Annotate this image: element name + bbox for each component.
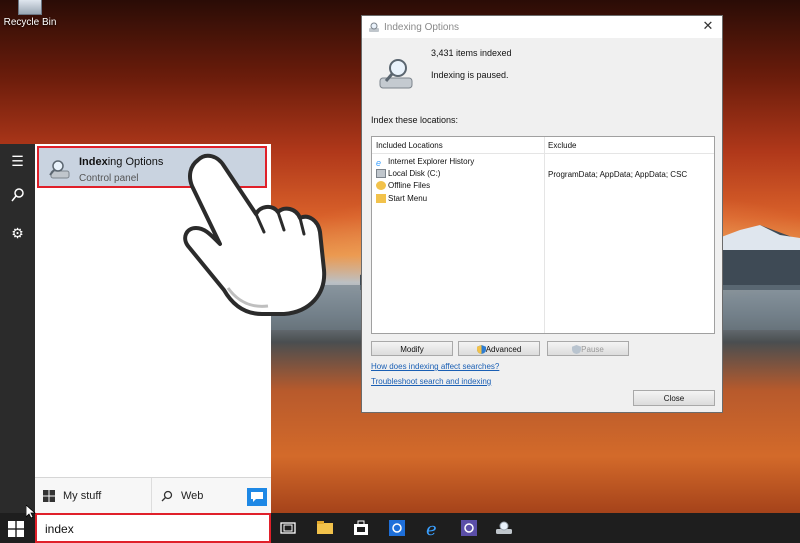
- hard-drive-icon: [376, 169, 386, 179]
- location-name: Start Menu: [388, 194, 428, 203]
- task-view-icon[interactable]: [278, 518, 298, 538]
- offline-files-icon: [376, 181, 386, 191]
- indexing-icon[interactable]: [494, 518, 514, 538]
- indexing-help-link[interactable]: How does indexing affect searches?: [371, 362, 499, 371]
- magnifier-drive-icon: [49, 160, 70, 179]
- result-title-rest: ing Options: [107, 156, 164, 168]
- pause-label: Pause: [581, 345, 604, 354]
- taskbar-search-box[interactable]: [35, 513, 271, 543]
- search-icon[interactable]: [8, 188, 27, 207]
- items-indexed-count: 3,431 items indexed: [431, 48, 512, 58]
- hamburger-icon[interactable]: ☰: [8, 152, 27, 171]
- troubleshoot-link[interactable]: Troubleshoot search and indexing: [371, 377, 491, 386]
- close-icon[interactable]: ✕: [700, 18, 716, 34]
- indexing-options-icon: [369, 22, 379, 32]
- recycle-bin-icon: [18, 0, 42, 15]
- recycle-bin[interactable]: Recycle Bin: [2, 0, 58, 28]
- table-row[interactable]: Offline Files: [376, 180, 430, 192]
- column-header-included[interactable]: Included Locations: [372, 137, 544, 154]
- dialog-titlebar[interactable]: Indexing Options ✕: [362, 16, 722, 38]
- svg-text:e: e: [426, 519, 437, 538]
- indexing-options-dialog: Indexing Options ✕ 3,431 items indexed I…: [361, 15, 723, 413]
- result-title: Indexing Options: [79, 156, 163, 168]
- web-label: Web: [181, 490, 204, 502]
- recycle-bin-label: Recycle Bin: [3, 17, 57, 28]
- locations-table: Included Locations Exclude e Internet Exp…: [371, 136, 715, 334]
- internet-explorer-icon[interactable]: e: [423, 518, 443, 538]
- indexing-status: Indexing is paused.: [431, 70, 509, 80]
- column-header-exclude[interactable]: Exclude: [545, 137, 714, 154]
- modify-button[interactable]: Modify: [371, 341, 453, 356]
- search-icon: [161, 490, 173, 502]
- result-subtitle: Control panel: [79, 173, 139, 184]
- locations-heading: Index these locations:: [371, 115, 459, 125]
- table-row[interactable]: Start Menu: [376, 193, 427, 205]
- store-icon[interactable]: [351, 518, 371, 538]
- location-name: Offline Files: [388, 181, 431, 190]
- folder-icon: [376, 194, 386, 204]
- pointing-hand-icon: [183, 153, 327, 316]
- search-input[interactable]: [43, 519, 257, 539]
- start-button[interactable]: [8, 521, 24, 537]
- internet-explorer-icon: e: [376, 158, 382, 169]
- advanced-label: Advanced: [485, 345, 522, 354]
- column-divider: [544, 137, 545, 333]
- result-title-match: Index: [79, 156, 108, 168]
- start-menu-rail: ☰ ⚙: [0, 144, 35, 513]
- gear-icon[interactable]: ⚙: [8, 224, 27, 243]
- close-button[interactable]: Close: [633, 390, 715, 406]
- dialog-title: Indexing Options: [384, 22, 460, 33]
- pause-button[interactable]: Pause: [547, 341, 629, 356]
- shield-icon: [572, 345, 582, 355]
- location-name: Internet Explorer History: [388, 157, 475, 166]
- control-panel-icon[interactable]: [459, 518, 479, 538]
- exclude-value: ProgramData; AppData; AppData; CSC: [548, 170, 688, 179]
- my-stuff-button[interactable]: My stuff: [43, 478, 101, 514]
- web-button[interactable]: Web: [161, 478, 203, 514]
- shield-icon: [476, 345, 486, 355]
- scope-divider: [151, 478, 152, 514]
- my-stuff-label: My stuff: [63, 490, 102, 502]
- table-row[interactable]: e Internet Explorer History: [376, 156, 474, 168]
- advanced-button[interactable]: Advanced: [458, 341, 540, 356]
- search-scope-bar: My stuff Web: [35, 477, 271, 514]
- location-name: Local Disk (C:): [388, 169, 441, 178]
- table-row[interactable]: Local Disk (C:): [376, 168, 440, 180]
- magnifier-drive-icon: [379, 59, 413, 89]
- settings-icon[interactable]: [387, 518, 407, 538]
- cortana-feedback-icon[interactable]: [247, 488, 267, 506]
- windows-icon: [43, 490, 55, 503]
- mouse-cursor-icon: [26, 505, 36, 519]
- file-explorer-icon[interactable]: [315, 518, 335, 538]
